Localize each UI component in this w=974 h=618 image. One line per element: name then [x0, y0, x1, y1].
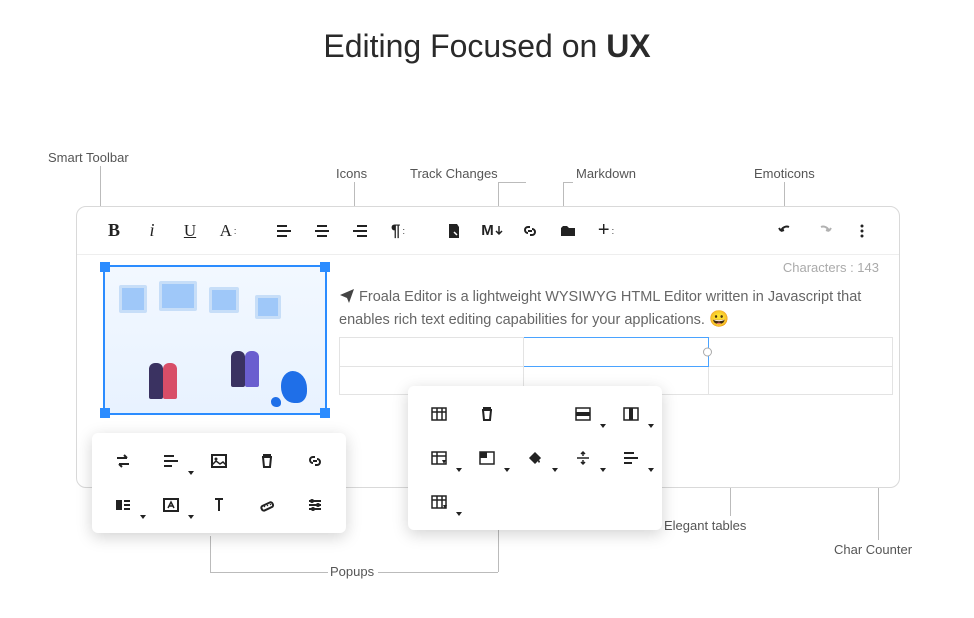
- callout-track-changes: Track Changes: [410, 166, 498, 181]
- table-cell-bg-button[interactable]: [516, 440, 554, 476]
- image-alt-button[interactable]: [152, 487, 190, 523]
- align-center-button[interactable]: [303, 213, 341, 249]
- italic-button[interactable]: i: [133, 213, 171, 249]
- image-advanced-button[interactable]: [296, 487, 334, 523]
- image-link-button[interactable]: [296, 443, 334, 479]
- paragraph-format-button[interactable]: ¶:: [379, 213, 417, 249]
- table-column-button[interactable]: [612, 396, 650, 432]
- redo-button[interactable]: [805, 213, 843, 249]
- link-button[interactable]: [511, 213, 549, 249]
- toolbar: B i U A: ¶: M +:: [77, 207, 899, 255]
- selected-image[interactable]: [103, 265, 327, 415]
- callout-markdown: Markdown: [576, 166, 636, 181]
- image-display-button[interactable]: [200, 443, 238, 479]
- markdown-button[interactable]: M: [473, 213, 511, 249]
- table-cell-button[interactable]: [468, 440, 506, 476]
- more-button[interactable]: [843, 213, 881, 249]
- table-row-button[interactable]: [564, 396, 602, 432]
- callout-smart-toolbar: Smart Toolbar: [48, 150, 129, 165]
- callout-elegant-tables: Elegant tables: [664, 518, 746, 533]
- heading-prefix: Editing Focused on: [323, 28, 606, 64]
- callout-icons: Icons: [336, 166, 367, 181]
- body-text: Froala Editor is a lightweight WYSIWYG H…: [339, 289, 861, 328]
- callout-popups: Popups: [330, 564, 374, 579]
- table-selected-cell[interactable]: [524, 338, 708, 367]
- table-cell-style-button[interactable]: [420, 484, 458, 520]
- table-halign-button[interactable]: [612, 440, 650, 476]
- file-button[interactable]: [549, 213, 587, 249]
- table-popup: [408, 386, 662, 530]
- table-remove-button[interactable]: [468, 396, 506, 432]
- underline-button[interactable]: U: [171, 213, 209, 249]
- undo-button[interactable]: [767, 213, 805, 249]
- image-popup: [92, 433, 346, 533]
- callout-char-counter: Char Counter: [834, 542, 912, 557]
- content-paragraph[interactable]: Froala Editor is a lightweight WYSIWYG H…: [339, 285, 869, 331]
- paper-plane-icon: [339, 287, 355, 303]
- table-style-button[interactable]: [420, 440, 458, 476]
- callout-emoticons: Emoticons: [754, 166, 815, 181]
- heading-bold: UX: [606, 28, 650, 64]
- image-caption-button[interactable]: [200, 487, 238, 523]
- track-changes-button[interactable]: [435, 213, 473, 249]
- illustration: [105, 267, 325, 413]
- insert-more-button[interactable]: +:: [587, 213, 625, 249]
- table-valign-button[interactable]: [564, 440, 602, 476]
- image-replace-button[interactable]: [104, 443, 142, 479]
- font-button[interactable]: A:: [209, 213, 247, 249]
- align-left-button[interactable]: [265, 213, 303, 249]
- image-style-button[interactable]: [104, 487, 142, 523]
- image-align-button[interactable]: [152, 443, 190, 479]
- smile-emoji: 😀: [709, 311, 729, 328]
- image-remove-button[interactable]: [248, 443, 286, 479]
- page-heading: Editing Focused on UX: [0, 28, 974, 65]
- char-counter: Characters : 143: [783, 260, 879, 275]
- editor-body[interactable]: Froala Editor is a lightweight WYSIWYG H…: [77, 255, 899, 287]
- align-right-button[interactable]: [341, 213, 379, 249]
- bold-button[interactable]: B: [95, 213, 133, 249]
- table-header-button[interactable]: [420, 396, 458, 432]
- image-size-button[interactable]: [248, 487, 286, 523]
